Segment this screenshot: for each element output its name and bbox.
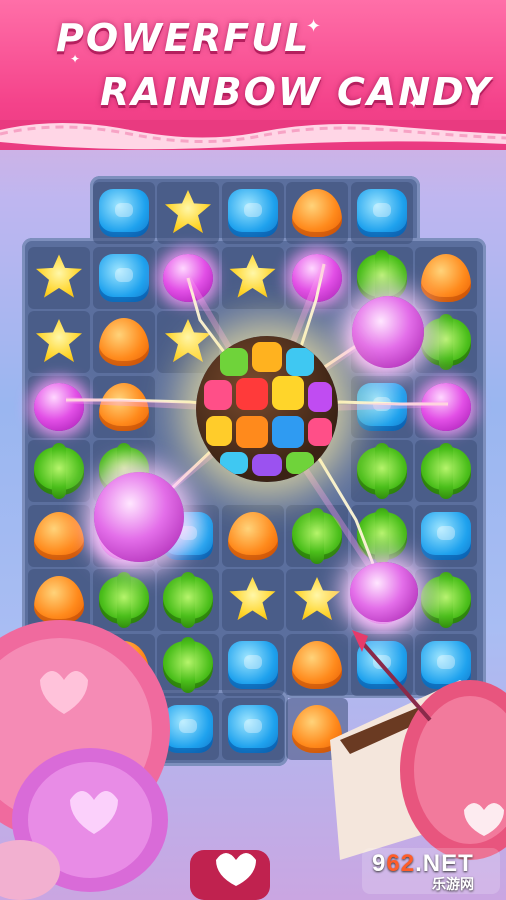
- purple-candy[interactable]: [292, 253, 342, 302]
- purple-candy[interactable]: [163, 253, 213, 302]
- rainbow-candy-ball[interactable]: [196, 336, 338, 482]
- green-candy[interactable]: [356, 443, 407, 499]
- purple-candy[interactable]: [421, 382, 471, 431]
- blue-candy[interactable]: [356, 382, 407, 431]
- green-candy[interactable]: [292, 507, 342, 564]
- blue-candy[interactable]: [227, 189, 278, 237]
- blue-candy[interactable]: [98, 253, 149, 302]
- title-line-1: POWERFUL: [56, 16, 311, 60]
- purple-orb-candy[interactable]: [94, 472, 184, 562]
- purple-candy[interactable]: [34, 382, 84, 431]
- green-candy[interactable]: [98, 572, 149, 628]
- blue-candy[interactable]: [98, 189, 149, 237]
- blue-candy[interactable]: [356, 189, 407, 237]
- watermark-sub: 乐游网: [432, 877, 474, 893]
- purple-orb-candy[interactable]: [352, 296, 424, 368]
- title-line-2: RAINBOW CANDY: [100, 70, 493, 114]
- blue-candy[interactable]: [421, 511, 471, 560]
- sparkle-icon: ✦: [70, 52, 81, 66]
- sparkle-icon: ✦: [408, 96, 420, 112]
- site-watermark: 962.NET 乐游网: [362, 848, 500, 894]
- purple-orb-candy[interactable]: [350, 562, 418, 622]
- sparkle-icon: ✦: [306, 16, 322, 37]
- banner-wave: [0, 120, 506, 150]
- green-candy[interactable]: [421, 314, 471, 370]
- green-candy[interactable]: [34, 443, 84, 499]
- green-candy[interactable]: [163, 572, 213, 628]
- green-candy[interactable]: [356, 249, 407, 306]
- green-candy[interactable]: [421, 572, 471, 628]
- green-candy[interactable]: [356, 507, 407, 564]
- green-candy[interactable]: [421, 443, 471, 499]
